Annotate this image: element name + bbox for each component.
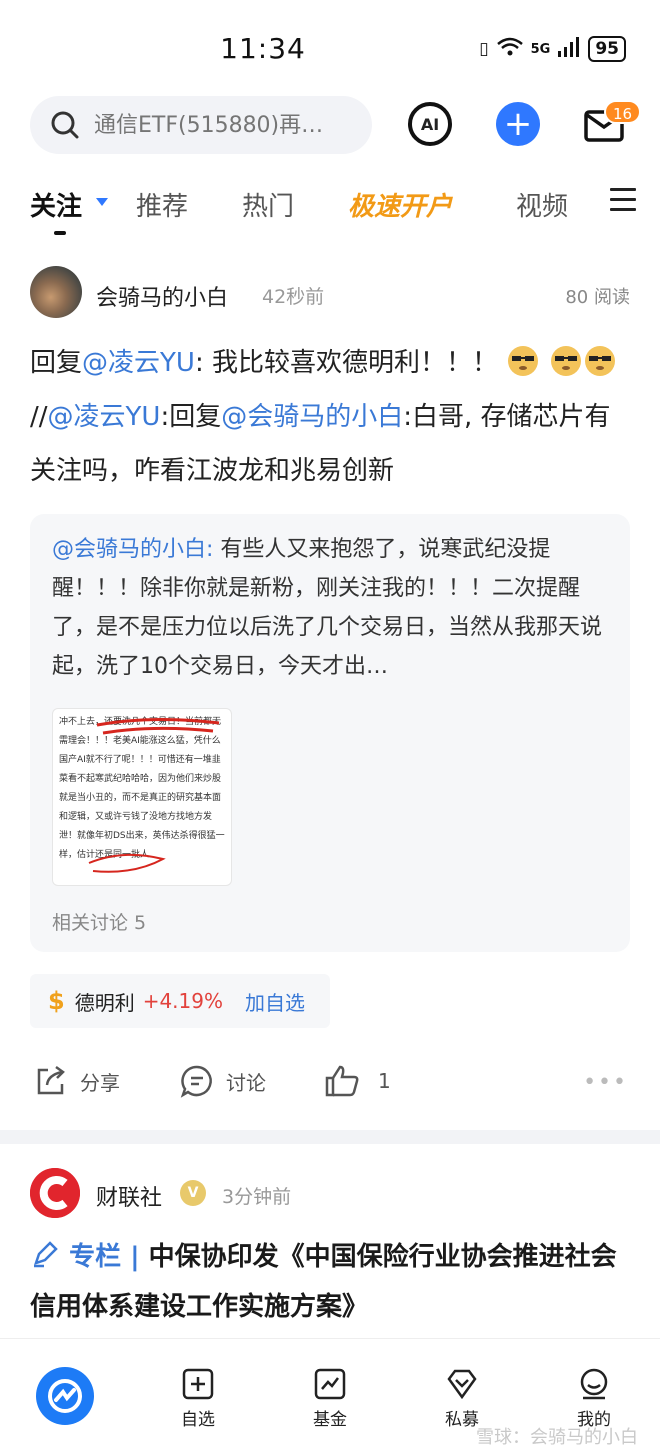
search-bar[interactable] (30, 96, 372, 154)
mention-link[interactable]: @会骑马的小白: (52, 537, 213, 562)
post-time: 42秒前 (262, 286, 325, 308)
thumbs-up-icon (325, 1065, 359, 1097)
like-button[interactable]: 1 (324, 1064, 391, 1098)
doge-emoji-icon (584, 346, 615, 376)
search-input[interactable] (94, 112, 354, 138)
feed-divider (0, 1130, 660, 1144)
add-square-icon (182, 1368, 214, 1400)
nav-funds[interactable]: 基金 (290, 1367, 370, 1430)
ai-assistant-button[interactable]: AI (408, 102, 452, 146)
tab-video[interactable]: 视频 (516, 186, 568, 223)
doge-emoji-icon (508, 346, 539, 376)
nav-profile[interactable]: 我的 (554, 1367, 634, 1430)
vibrate-icon: ▯ (479, 39, 489, 59)
watermark: 雪球：会骑马的小白 (476, 1427, 638, 1448)
verified-badge-icon: V (180, 1180, 206, 1206)
like-count: 1 (378, 1069, 391, 1093)
post-author[interactable]: 财联社 (96, 1180, 162, 1212)
nav-private-funds[interactable]: 私募 (422, 1367, 502, 1430)
status-bar: 11:34 ▯ 5G 95 (0, 0, 660, 92)
network-label: 5G (530, 41, 551, 57)
home-button[interactable] (36, 1367, 94, 1425)
profile-icon (580, 1368, 608, 1400)
mention-link[interactable]: @会骑马的小白 (221, 402, 403, 432)
signal-icon (558, 36, 580, 62)
post-body[interactable]: 回复@凌云YU: 我比较喜欢德明利！！！ //@凌云YU:回复@会骑马的小白:白… (30, 336, 630, 498)
post-text-part: : 我比较喜欢德明利！！！ (194, 348, 498, 378)
share-label: 分享 (80, 1070, 120, 1095)
post-text-part: :回复 (160, 402, 222, 432)
red-annotation-icon (96, 717, 220, 735)
screenshot-thumbnail[interactable]: 冲不上去，还要洗几个交易日！当前都无需理会！！！老美AI能涨这么猛，凭什么国产A… (52, 708, 232, 886)
status-icons: ▯ 5G 95 (479, 36, 626, 62)
comment-button[interactable]: 讨论 (180, 1064, 266, 1098)
cls-logo-icon (30, 1168, 80, 1218)
nav-label: 自选 (181, 1410, 215, 1430)
share-button[interactable]: 分享 (34, 1064, 120, 1098)
notification-badge: 16 (604, 100, 642, 124)
avatar[interactable] (30, 1168, 80, 1218)
tab-hot[interactable]: 热门 (242, 186, 294, 223)
quoted-post[interactable]: @会骑马的小白: 有些人又来抱怨了，说寒武纪没提醒！！！除非你就是新粉，刚关注我… (30, 514, 630, 952)
post-time: 3分钟前 (222, 1186, 292, 1208)
stock-name: 德明利 (74, 990, 135, 1015)
post-text-part: // (30, 402, 48, 432)
quoted-text: @会骑马的小白: 有些人又来抱怨了，说寒武纪没提醒！！！除非你就是新粉，刚关注我… (52, 530, 612, 686)
read-count: 80 阅读 (565, 287, 630, 308)
post-text-part: 回复 (30, 348, 83, 378)
related-discussions[interactable]: 相关讨论 5 (52, 908, 146, 935)
comment-label: 讨论 (226, 1070, 266, 1095)
snowball-logo-icon (48, 1379, 82, 1413)
diamond-icon (447, 1369, 477, 1400)
bottom-navigation: 自选 基金 私募 我的 雪球：会骑马的小白 (0, 1338, 660, 1452)
add-watchlist-button[interactable]: 加自选 (245, 987, 305, 1016)
mention-link[interactable]: @凌云YU (82, 348, 195, 378)
feed-tabs: 关注 推荐 热门 极速开户 视频 (0, 176, 660, 240)
doge-emoji-icon (550, 346, 581, 376)
chevron-down-icon[interactable] (96, 198, 108, 206)
article-title[interactable]: 专栏 | 中保协印发《中国保险行业协会推进社会信用体系建设工作实施方案》 (30, 1232, 630, 1332)
active-tab-indicator (54, 231, 66, 235)
stock-tag[interactable]: $ 德明利 +4.19% 加自选 (30, 974, 330, 1028)
nav-label: 基金 (313, 1410, 347, 1430)
comment-icon (180, 1065, 212, 1098)
menu-icon[interactable] (610, 188, 636, 212)
avatar[interactable] (30, 266, 82, 318)
search-icon (51, 111, 79, 139)
chart-square-icon (314, 1368, 346, 1400)
nav-label: 私募 (445, 1410, 479, 1430)
wifi-icon (496, 37, 523, 62)
red-annotation-icon (88, 853, 166, 873)
pen-icon (34, 1241, 58, 1268)
tab-fast-account[interactable]: 极速开户 (348, 186, 452, 223)
mention-link[interactable]: @凌云YU (48, 402, 161, 432)
share-icon (37, 1065, 65, 1095)
post-author[interactable]: 会骑马的小白 (96, 280, 228, 312)
tab-following[interactable]: 关注 (30, 186, 82, 223)
stock-change: +4.19% (142, 989, 223, 1013)
post-actions: 分享 讨论 1 ••• (0, 1058, 660, 1108)
battery-icon: 95 (588, 36, 626, 62)
status-time: 11:34 (220, 32, 306, 65)
dollar-icon: $ (48, 987, 65, 1015)
nav-watchlist[interactable]: 自选 (158, 1367, 238, 1430)
tab-recommended[interactable]: 推荐 (136, 186, 188, 223)
more-options-icon[interactable]: ••• (583, 1070, 628, 1095)
column-tag: 专栏 | (69, 1242, 149, 1272)
create-post-button[interactable]: + (496, 102, 540, 146)
